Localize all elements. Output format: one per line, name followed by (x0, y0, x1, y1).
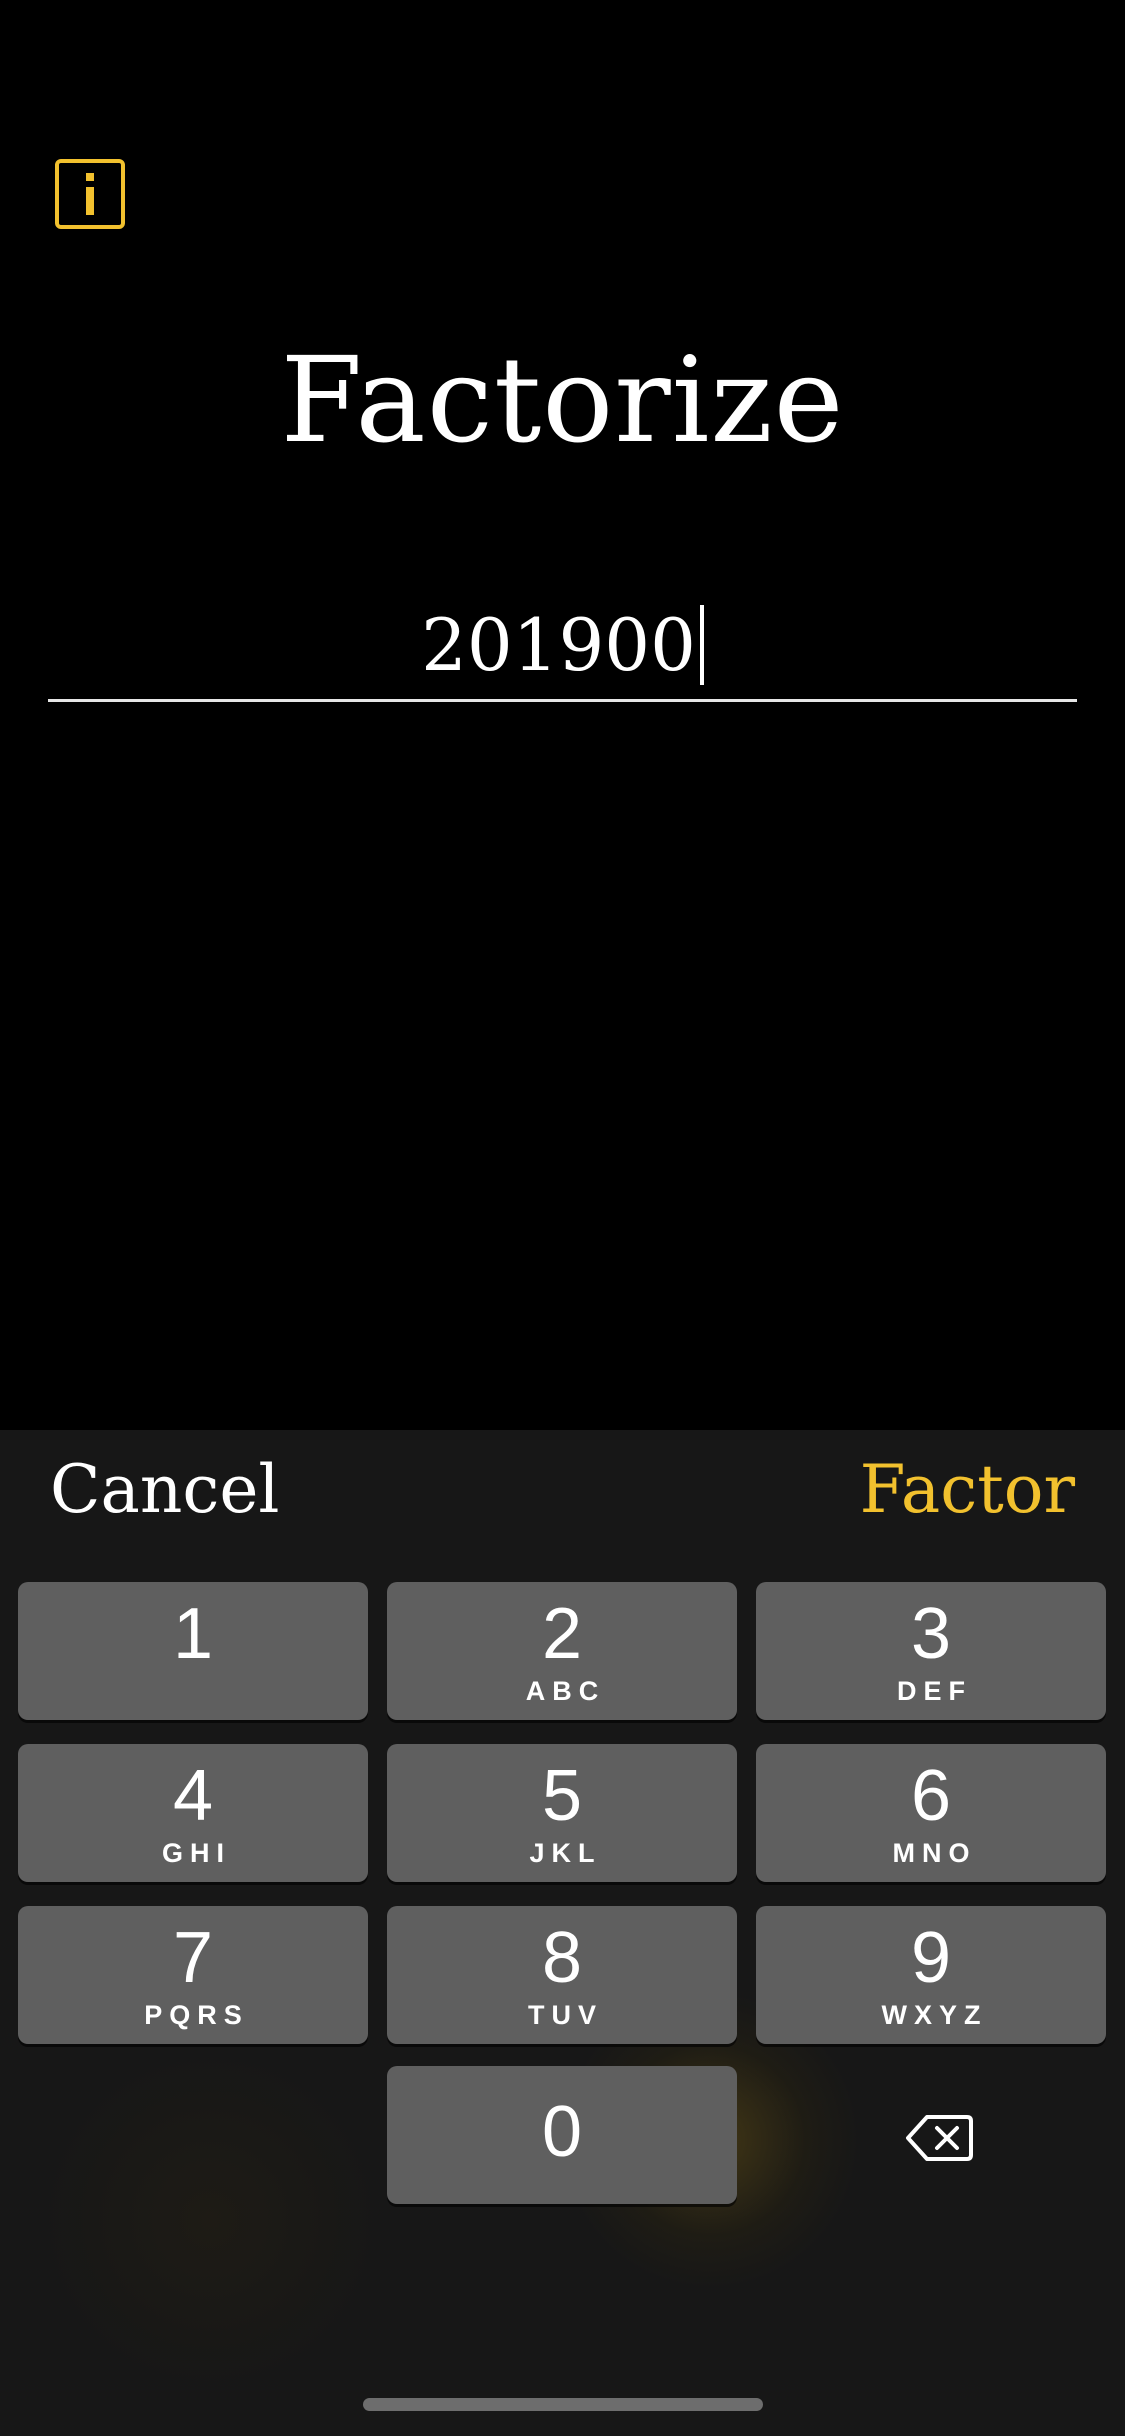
key-letters: DEF (897, 1676, 972, 1706)
key-2[interactable]: 2 ABC (387, 1582, 737, 1720)
key-8[interactable]: 8 TUV (387, 1906, 737, 2044)
key-digit: 7 (172, 1918, 214, 1998)
key-4[interactable]: 4 GHI (18, 1744, 368, 1882)
info-icon (86, 173, 94, 215)
backspace-icon (906, 2115, 973, 2161)
key-digit: 6 (910, 1756, 952, 1836)
info-button[interactable] (55, 159, 125, 229)
key-letters: WXYZ (881, 2000, 988, 2030)
key-letters: MNO (892, 1838, 977, 1868)
background-glow-secondary (40, 2050, 380, 2390)
text-caret (699, 605, 704, 685)
page-title: Factorize (280, 331, 845, 469)
key-digit: 4 (172, 1756, 214, 1836)
key-letters: JKL (529, 1838, 602, 1868)
key-6[interactable]: 6 MNO (756, 1744, 1106, 1882)
key-digit: 0 (541, 2092, 583, 2172)
key-3[interactable]: 3 DEF (756, 1582, 1106, 1720)
delete-key[interactable] (880, 2098, 1000, 2178)
home-indicator[interactable] (363, 2398, 763, 2411)
key-digit: 3 (910, 1594, 952, 1674)
key-digit: 1 (172, 1594, 214, 1674)
key-1[interactable]: 1 (18, 1582, 368, 1720)
key-7[interactable]: 7 PQRS (18, 1906, 368, 2044)
key-digit: 5 (541, 1756, 583, 1836)
key-letters: GHI (161, 1838, 231, 1868)
key-5[interactable]: 5 JKL (387, 1744, 737, 1882)
key-letters: PQRS (144, 2000, 249, 2030)
input-underline (48, 699, 1077, 702)
key-0[interactable]: 0 (387, 2066, 737, 2204)
key-digit: 2 (541, 1594, 583, 1674)
key-9[interactable]: 9 WXYZ (756, 1906, 1106, 2044)
cancel-button[interactable]: Cancel (50, 1440, 280, 1540)
key-digit: 9 (910, 1918, 952, 1998)
key-letters: TUV (528, 2000, 603, 2030)
number-input[interactable]: 201900 (48, 590, 1077, 700)
factor-button[interactable]: Factor (860, 1440, 1075, 1540)
number-input-value: 201900 (421, 603, 696, 687)
key-digit: 8 (541, 1918, 583, 1998)
key-letters: ABC (525, 1676, 606, 1706)
